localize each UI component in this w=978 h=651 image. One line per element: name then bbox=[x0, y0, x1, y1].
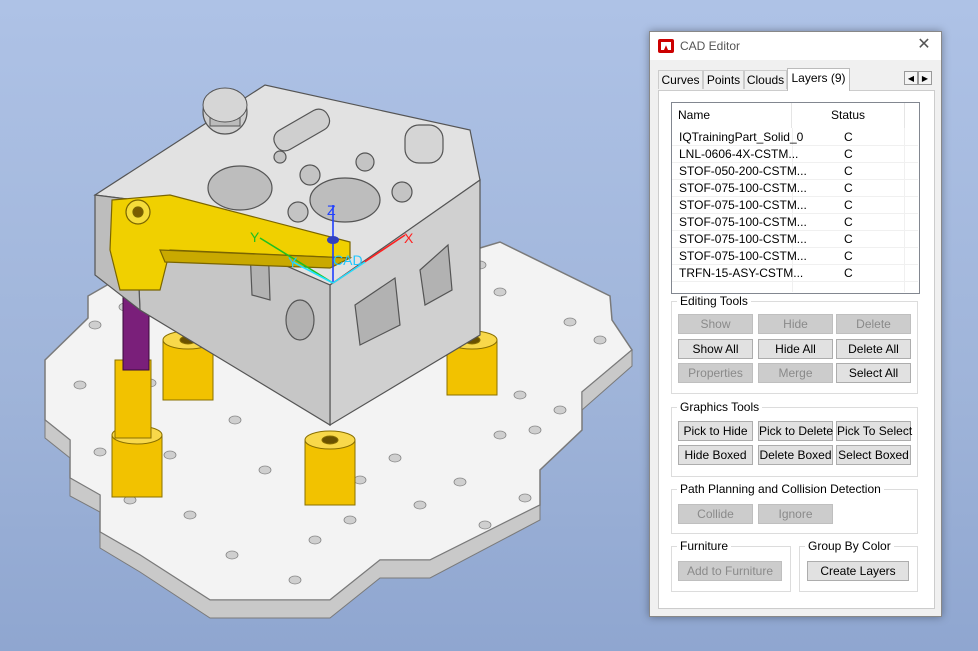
axis-label-x: X bbox=[404, 230, 414, 246]
tab-layers[interactable]: Layers (9) bbox=[787, 68, 850, 91]
tab-scroll-left-icon[interactable]: ◀ bbox=[904, 71, 918, 85]
tab-clouds[interactable]: Clouds bbox=[744, 70, 787, 89]
layer-status: C bbox=[844, 147, 853, 161]
layer-name: TRFN-15-ASY-CSTM... bbox=[679, 266, 804, 280]
delete-button[interactable]: Delete bbox=[836, 314, 911, 334]
dialog-title: CAD Editor bbox=[680, 39, 741, 53]
path-planning-label: Path Planning and Collision Detection bbox=[677, 482, 884, 496]
graphics-tools-group: Graphics Tools Pick to Hide Pick to Dele… bbox=[671, 400, 918, 477]
layer-row[interactable]: STOF-075-100-CSTM... C bbox=[672, 196, 918, 214]
add-to-furniture-button[interactable]: Add to Furniture bbox=[678, 561, 782, 581]
layer-status: C bbox=[844, 266, 853, 280]
tab-strip: Curves Points Clouds Layers (9) ◀ ▶ bbox=[658, 68, 933, 91]
hide-button[interactable]: Hide bbox=[758, 314, 833, 334]
cad-viewport[interactable]: Z Y Y X CAD bbox=[0, 0, 648, 651]
layer-status: C bbox=[844, 215, 853, 229]
layer-name: STOF-075-100-CSTM... bbox=[679, 232, 807, 246]
graphics-tools-label: Graphics Tools bbox=[677, 400, 763, 414]
group-by-color-group: Group By Color Create Layers bbox=[799, 539, 918, 592]
layers-panel: Name Status IQTrainingPart_Solid_0 C LNL-0… bbox=[658, 90, 935, 609]
path-planning-group: Path Planning and Collision Detection Co… bbox=[671, 482, 918, 534]
axis-label-y2: Y bbox=[288, 254, 298, 270]
tab-curves[interactable]: Curves bbox=[658, 70, 703, 89]
group-by-color-label: Group By Color bbox=[805, 539, 894, 553]
layer-row[interactable]: LNL-0606-4X-CSTM... C bbox=[672, 145, 918, 163]
delete-boxed-button[interactable]: Delete Boxed bbox=[758, 445, 833, 465]
show-all-button[interactable]: Show All bbox=[678, 339, 753, 359]
layer-name: IQTrainingPart_Solid_0 bbox=[679, 130, 804, 144]
layer-status: C bbox=[844, 164, 853, 178]
layer-name: STOF-075-100-CSTM... bbox=[679, 198, 807, 212]
cad-editor-dialog: CAD Editor ✕ Curves Points Clouds Layers… bbox=[649, 31, 942, 617]
editing-tools-group: Editing Tools Show Hide Delete Show All … bbox=[671, 294, 918, 394]
layer-row[interactable]: IQTrainingPart_Solid_0 C bbox=[672, 128, 918, 146]
close-icon[interactable]: ✕ bbox=[915, 36, 933, 54]
show-button[interactable]: Show bbox=[678, 314, 753, 334]
ball-knob bbox=[202, 87, 248, 127]
ignore-button[interactable]: Ignore bbox=[758, 504, 833, 524]
create-layers-button[interactable]: Create Layers bbox=[807, 561, 909, 581]
editing-tools-label: Editing Tools bbox=[677, 294, 751, 308]
hide-boxed-button[interactable]: Hide Boxed bbox=[678, 445, 753, 465]
layer-row[interactable]: STOF-075-100-CSTM... C bbox=[672, 247, 918, 265]
layer-row[interactable]: TRFN-15-ASY-CSTM... C bbox=[672, 264, 918, 282]
pick-to-delete-button[interactable]: Pick to Delete bbox=[758, 421, 833, 441]
layer-row[interactable]: STOF-075-100-CSTM... C bbox=[672, 230, 918, 248]
merge-button[interactable]: Merge bbox=[758, 363, 833, 383]
cad-origin-label: CAD bbox=[333, 252, 363, 268]
app-logo-icon bbox=[658, 39, 674, 53]
column-header-status[interactable]: Status bbox=[792, 103, 905, 128]
layer-status: C bbox=[844, 232, 853, 246]
tab-scroll-right-icon[interactable]: ▶ bbox=[918, 71, 932, 85]
layer-row[interactable]: STOF-050-200-CSTM... C bbox=[672, 162, 918, 180]
layer-status: C bbox=[844, 181, 853, 195]
hide-all-button[interactable]: Hide All bbox=[758, 339, 833, 359]
layer-status: C bbox=[844, 249, 853, 263]
pick-to-select-button[interactable]: Pick To Select bbox=[836, 421, 912, 441]
title-bar[interactable]: CAD Editor ✕ bbox=[650, 32, 941, 60]
pick-to-hide-button[interactable]: Pick to Hide bbox=[678, 421, 753, 441]
layer-name: STOF-075-100-CSTM... bbox=[679, 181, 807, 195]
axis-label-z: Z bbox=[327, 202, 336, 218]
layer-status: C bbox=[844, 198, 853, 212]
select-all-button[interactable]: Select All bbox=[836, 363, 911, 383]
layer-name: STOF-075-100-CSTM... bbox=[679, 215, 807, 229]
layer-row[interactable]: STOF-075-100-CSTM... C bbox=[672, 179, 918, 197]
delete-all-button[interactable]: Delete All bbox=[836, 339, 911, 359]
collide-button[interactable]: Collide bbox=[678, 504, 753, 524]
tab-points[interactable]: Points bbox=[703, 70, 744, 89]
layer-name: STOF-075-100-CSTM... bbox=[679, 249, 807, 263]
layer-name: LNL-0606-4X-CSTM... bbox=[679, 147, 799, 161]
column-header-name[interactable]: Name bbox=[678, 103, 792, 128]
properties-button[interactable]: Properties bbox=[678, 363, 753, 383]
layer-name: STOF-050-200-CSTM... bbox=[679, 164, 807, 178]
select-boxed-button[interactable]: Select Boxed bbox=[836, 445, 911, 465]
furniture-group: Furniture Add to Furniture bbox=[671, 539, 791, 592]
furniture-label: Furniture bbox=[677, 539, 732, 553]
layer-status: C bbox=[844, 130, 853, 144]
layer-row[interactable]: STOF-075-100-CSTM... C bbox=[672, 213, 918, 231]
layer-list[interactable]: Name Status IQTrainingPart_Solid_0 C LNL-0… bbox=[671, 102, 920, 294]
axis-label-y1: Y bbox=[250, 229, 260, 245]
